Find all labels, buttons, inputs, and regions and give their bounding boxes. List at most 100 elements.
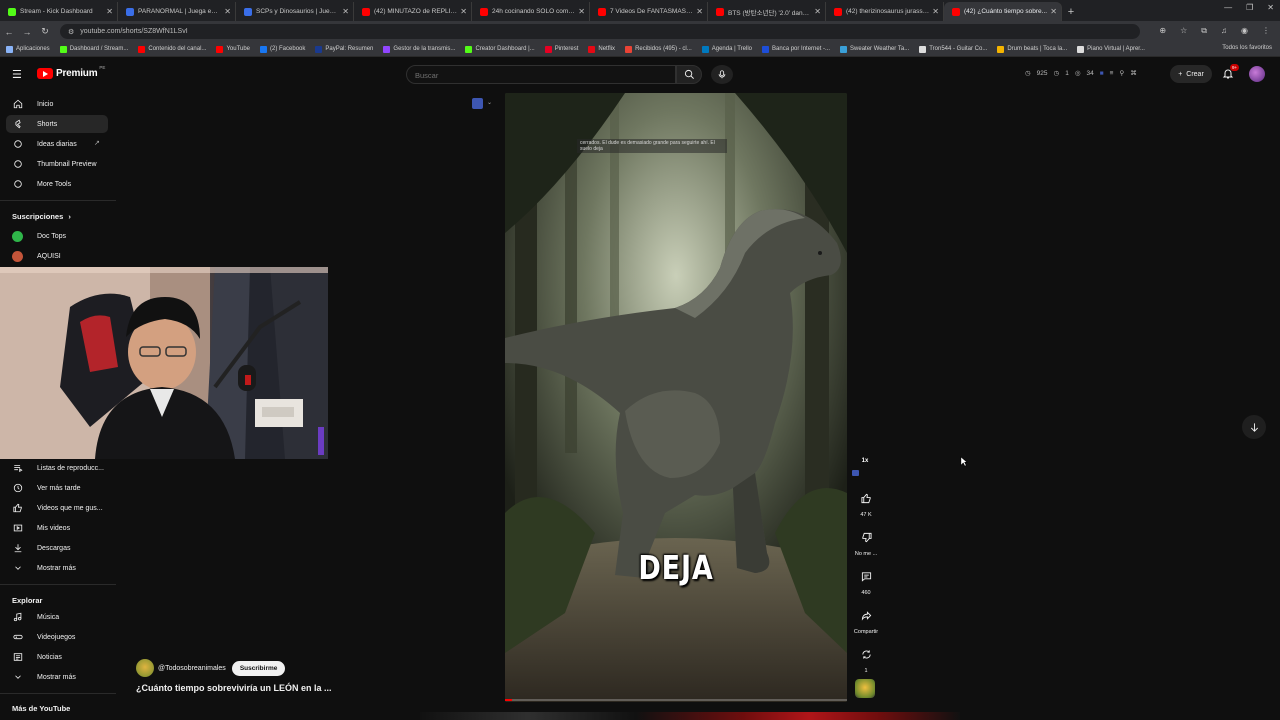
- list-icon[interactable]: ≡: [1110, 70, 1114, 77]
- close-tab-icon[interactable]: ✕: [224, 7, 231, 16]
- close-tab-icon[interactable]: ✕: [814, 7, 821, 16]
- all-bookmarks-link[interactable]: Todos los favoritos: [1222, 45, 1272, 51]
- dislike-button[interactable]: No me ...: [848, 526, 884, 557]
- remix-button[interactable]: 1: [848, 643, 884, 674]
- close-window-icon[interactable]: ✕: [1267, 3, 1274, 12]
- media-icon[interactable]: ♫: [1221, 26, 1227, 36]
- minimize-icon[interactable]: —: [1224, 3, 1232, 12]
- player-extension-icon[interactable]: [472, 98, 483, 109]
- restore-icon[interactable]: ❐: [1246, 3, 1253, 12]
- subscriptions-heading[interactable]: Suscripciones ›: [12, 212, 71, 221]
- extensions-icon[interactable]: ⧉: [1201, 26, 1207, 36]
- browser-tab[interactable]: 24h cocinando SOLO comida p...✕: [472, 2, 590, 21]
- sidebar-item-inicio[interactable]: Inicio: [6, 95, 108, 113]
- menu-icon[interactable]: ☰: [12, 68, 22, 81]
- bookmark-star-icon[interactable]: ☆: [1180, 26, 1187, 36]
- bookmark-item[interactable]: Aplicaciones: [6, 45, 50, 53]
- sidebar-item-descargas[interactable]: Descargas: [6, 539, 108, 557]
- sidebar-item-ver-m-s-tarde[interactable]: Ver más tarde: [6, 479, 108, 497]
- browser-tab[interactable]: PARANORMAL | Juega en Rob...✕: [118, 2, 236, 21]
- tab-favicon-icon: [598, 7, 606, 16]
- browser-tab[interactable]: Stream - Kick Dashboard ✕: [0, 2, 118, 21]
- browser-tab[interactable]: SCPs y Dinosaurios | Juega en F...✕: [236, 2, 354, 21]
- close-tab-icon[interactable]: ✕: [106, 7, 113, 16]
- bookmark-item[interactable]: Piano Virtual | Aprer...: [1077, 45, 1145, 53]
- tool-icon[interactable]: ⌘: [1130, 69, 1137, 77]
- sidebar-item-ideas-diarias[interactable]: Ideas diarias: [6, 135, 108, 153]
- bookmark-item[interactable]: Sweater Weather Ta...: [840, 45, 909, 53]
- filter-icon[interactable]: ⚲: [1119, 69, 1124, 77]
- channel-name[interactable]: @Todosobreanimales: [158, 665, 226, 672]
- bookmark-item[interactable]: YouTube: [216, 45, 250, 53]
- browser-tab[interactable]: (42) therizinosaurus jurassic wo...✕: [826, 2, 944, 21]
- video-progress-bar[interactable]: [505, 699, 847, 701]
- sidebar-item-mostrar-m-s[interactable]: Mostrar más: [6, 668, 108, 686]
- sidebar-item-mis-videos[interactable]: Mis videos: [6, 519, 108, 537]
- sidebar-item-videojuegos[interactable]: Videojuegos: [6, 628, 108, 646]
- youtube-logo[interactable]: Premium PE: [37, 65, 105, 79]
- subscribe-button[interactable]: Suscribirme: [231, 660, 286, 676]
- bookmark-item[interactable]: Banca por Internet -...: [762, 45, 830, 53]
- close-tab-icon[interactable]: ✕: [696, 7, 703, 16]
- create-button[interactable]: + Crear: [1170, 65, 1212, 83]
- search-input[interactable]: Buscar: [406, 65, 676, 84]
- shorts-video-player[interactable]: [505, 93, 847, 702]
- sidebar-item-videos-que-me-gus[interactable]: Videos que me gus...: [6, 499, 108, 517]
- sidebar-item-more-tools[interactable]: More Tools: [6, 175, 108, 193]
- browser-tab[interactable]: (42) MINUTAZO de REPLIK vs V...✕: [354, 2, 472, 21]
- speed-extension-icon: [852, 470, 859, 476]
- close-tab-icon[interactable]: ✕: [342, 7, 349, 16]
- extension-icon[interactable]: ■: [1100, 70, 1104, 77]
- close-tab-icon[interactable]: ✕: [460, 7, 467, 16]
- browser-menu-icon[interactable]: ⋮: [1262, 26, 1270, 36]
- chevron-down-icon[interactable]: ⌄: [487, 99, 492, 106]
- sidebar-item-shorts[interactable]: Shorts: [6, 115, 108, 133]
- bookmark-item[interactable]: Contenido del canal...: [138, 45, 206, 53]
- search-button[interactable]: [676, 65, 702, 84]
- subscription-item[interactable]: Doc Tops: [6, 227, 108, 245]
- sidebar-item-thumbnail-preview[interactable]: Thumbnail Preview: [6, 155, 108, 173]
- like-button[interactable]: 47 K: [848, 487, 884, 518]
- reload-icon[interactable]: ↻: [36, 26, 54, 37]
- next-short-button[interactable]: [1242, 415, 1266, 439]
- close-tab-icon[interactable]: ✕: [1050, 7, 1057, 16]
- sound-thumbnail[interactable]: [855, 679, 875, 698]
- comments-button[interactable]: 460: [848, 565, 884, 596]
- bookmark-item[interactable]: Pinterest: [544, 45, 578, 53]
- profile-icon[interactable]: ◉: [1241, 26, 1248, 36]
- back-icon[interactable]: ←: [0, 27, 18, 37]
- close-tab-icon[interactable]: ✕: [932, 7, 939, 16]
- bookmark-item[interactable]: PayPal: Resumen: [315, 45, 373, 53]
- sidebar-item-listas-de-reproducc[interactable]: Listas de reproducc...: [6, 459, 108, 477]
- browser-tab[interactable]: (42) ¿Cuánto tiempo sobre... ✕: [944, 2, 1062, 21]
- bookmark-item[interactable]: Tron544 - Guitar Co...: [919, 45, 987, 53]
- forward-icon[interactable]: →: [18, 27, 36, 37]
- bookmark-item[interactable]: Agenda | Trello: [701, 45, 752, 53]
- site-info-icon[interactable]: ⚙: [68, 28, 74, 36]
- bookmark-item[interactable]: Netflix: [588, 45, 615, 53]
- sidebar-item-noticias[interactable]: Noticias: [6, 648, 108, 666]
- bookmark-item[interactable]: Gestor de la transmis...: [383, 45, 455, 53]
- browser-tab[interactable]: 7 Videos De FANTASMAS Que...✕: [590, 2, 708, 21]
- subscription-item[interactable]: AQUISI: [6, 247, 108, 265]
- channel-avatar[interactable]: [136, 659, 154, 677]
- bookmark-favicon-icon: [997, 45, 1005, 53]
- playback-speed[interactable]: 1x: [856, 458, 874, 464]
- install-icon[interactable]: ⊕: [1159, 26, 1166, 36]
- bookmark-item[interactable]: (2) Facebook: [260, 45, 305, 53]
- bookmark-item[interactable]: Recibidos (495) - cl...: [625, 45, 692, 53]
- account-avatar[interactable]: [1249, 66, 1265, 82]
- browser-tab[interactable]: BTS (방탄소년단) '2.0' dance c... ✕: [708, 2, 826, 21]
- bookmark-item[interactable]: Creator Dashboard |...: [465, 45, 535, 53]
- bookmark-item[interactable]: Dashboard / Stream...: [59, 45, 128, 53]
- share-button[interactable]: Compartir: [848, 604, 884, 635]
- close-tab-icon[interactable]: ✕: [578, 7, 585, 16]
- video-title[interactable]: ¿Cuánto tiempo sobreviviría un LEÓN en l…: [136, 683, 332, 693]
- sidebar-item-mostrar-m-s[interactable]: Mostrar más: [6, 559, 108, 577]
- url-field[interactable]: ⚙ youtube.com/shorts/SZ8WfN1LSvI: [60, 24, 1140, 39]
- sidebar-item-m-sica[interactable]: Música: [6, 608, 108, 626]
- browser-toolbar-icons: ⊕ ☆ ⧉ ♫ ◉ ⋮: [1159, 26, 1270, 36]
- new-tab-icon[interactable]: +: [1062, 2, 1080, 21]
- bookmark-item[interactable]: Drum beats | Toca la...: [997, 45, 1067, 53]
- voice-search-button[interactable]: [711, 65, 733, 84]
